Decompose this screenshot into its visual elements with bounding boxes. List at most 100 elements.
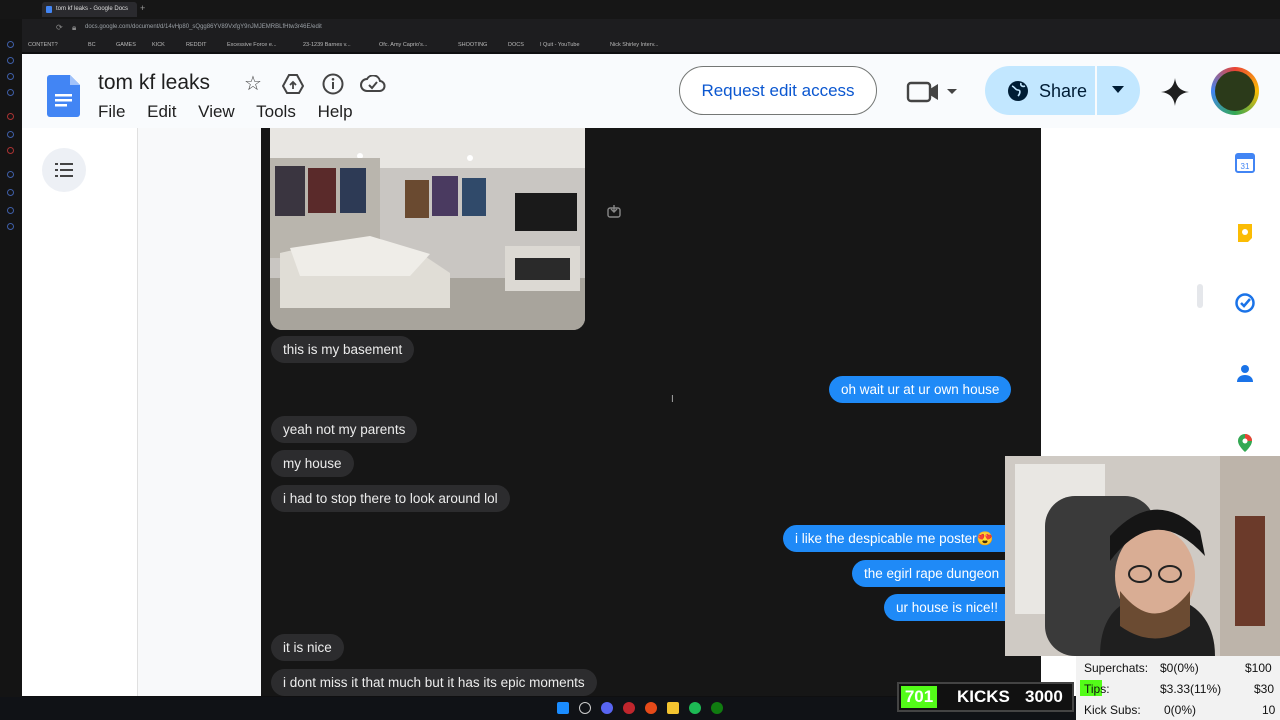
sidebar-app-icon[interactable] <box>7 207 14 214</box>
gemini-icon[interactable] <box>1160 77 1190 107</box>
sidebar-app-icon[interactable] <box>7 73 14 80</box>
outline-button[interactable] <box>42 148 86 192</box>
sidebar-app-icon[interactable] <box>7 89 14 96</box>
chevron-down-icon[interactable] <box>1112 86 1124 94</box>
meet-button[interactable] <box>905 78 965 106</box>
sidebar-app-icon[interactable] <box>7 131 14 138</box>
menu-view[interactable]: View <box>198 102 235 121</box>
new-tab-icon[interactable]: + <box>140 3 145 13</box>
bookmark[interactable]: DOCS <box>508 42 524 48</box>
twitch-icon[interactable] <box>7 113 14 120</box>
avatar-image <box>1215 71 1255 111</box>
browser-sidebar <box>0 19 22 699</box>
contacts-icon[interactable] <box>1235 363 1255 383</box>
stat-label: Kick Subs: <box>1084 703 1141 717</box>
donation-stats-widget: Superchats: $0(0%) $100 Tips: $3.33(11%)… <box>1076 656 1280 720</box>
kicks-label: KICKS <box>957 687 1010 706</box>
message-sent: oh wait ur at ur own house <box>829 376 1012 403</box>
info-icon[interactable] <box>322 73 344 95</box>
bookmark[interactable]: SHOOTING <box>458 42 487 48</box>
tab-title: tom kf leaks - Google Docs <box>56 6 129 12</box>
menu-help[interactable]: Help <box>318 102 353 121</box>
chrome-icon[interactable] <box>645 702 657 714</box>
reload-icon[interactable]: ⟳ <box>56 23 63 32</box>
share-label: Share <box>1039 81 1088 101</box>
bookmarks-bar: CONTENT? BC GAMES KICK REDDIT Excessive … <box>22 38 1280 52</box>
scrollbar-thumb[interactable] <box>1197 284 1203 308</box>
bookmark[interactable]: Excessive Force e... <box>227 42 277 48</box>
discord-icon[interactable] <box>601 702 613 714</box>
maps-icon[interactable] <box>1235 433 1255 453</box>
kicks-goal: 3000 <box>1025 687 1063 706</box>
search-icon[interactable] <box>579 702 591 714</box>
account-avatar[interactable] <box>1211 67 1259 115</box>
request-edit-access-button[interactable]: Request edit access <box>679 66 877 115</box>
spotify-icon[interactable] <box>689 702 701 714</box>
sidebar-app-icon[interactable] <box>7 223 14 230</box>
stat-label: Superchats: <box>1084 661 1149 675</box>
outline-panel <box>22 128 138 696</box>
sidebar-app-icon[interactable] <box>7 41 14 48</box>
message-received: i dont miss it that much but it has its … <box>271 669 597 696</box>
calendar-day: 31 <box>1241 162 1250 171</box>
message-received: yeah not my parents <box>271 416 418 443</box>
kicks-count: 701 <box>901 686 937 708</box>
kicks-goal-widget: 701 KICKS 3000 <box>897 682 1074 712</box>
menu-tools[interactable]: Tools <box>256 102 296 121</box>
docs-favicon-icon <box>46 6 52 13</box>
tab-bar: tom kf leaks - Google Docs + <box>0 0 1280 19</box>
message-sent: the egirl rape dungeon <box>852 560 1023 587</box>
stat-value: $3.33(11%) <box>1160 682 1222 696</box>
sidebar-app-icon[interactable] <box>7 189 14 196</box>
bookmark[interactable]: KICK <box>152 42 165 48</box>
message-sent: ur house is nice!! <box>884 594 1023 621</box>
stat-goal: $30 <box>1254 682 1275 696</box>
image-options-icon[interactable] <box>606 204 622 220</box>
star-icon[interactable]: ☆ <box>241 72 265 96</box>
message-sent: i like the despicable me poster😍 <box>783 525 1023 552</box>
keep-icon[interactable] <box>1235 223 1255 243</box>
list-icon <box>55 163 73 177</box>
message-received: it is nice <box>271 634 344 661</box>
sidebar-app-icon[interactable] <box>7 171 14 178</box>
stat-goal: $100 <box>1245 661 1272 675</box>
message-received: my house <box>271 450 354 477</box>
document-title[interactable]: tom kf leaks <box>98 71 210 95</box>
url-text[interactable]: docs.google.com/document/d/14vHp80_sQgg8… <box>85 24 322 30</box>
instagram-icon[interactable] <box>7 147 14 154</box>
tab-google-docs[interactable]: tom kf leaks - Google Docs <box>42 2 137 17</box>
cloud-status-icon[interactable] <box>360 75 386 93</box>
menu-edit[interactable]: Edit <box>147 102 176 121</box>
share-button[interactable]: Share <box>985 66 1140 115</box>
folder-icon[interactable] <box>667 702 679 714</box>
start-icon[interactable] <box>557 702 569 714</box>
stat-goal: 10 <box>1262 703 1276 717</box>
tasks-icon[interactable] <box>1235 293 1255 313</box>
bookmark[interactable]: Nick Shirley Interv... <box>610 42 659 48</box>
stat-value: $0(0%) <box>1160 661 1199 675</box>
share-divider <box>1095 66 1097 115</box>
bookmark[interactable]: Ofc. Amy Caprio's... <box>379 42 427 48</box>
bookmark[interactable]: GAMES <box>116 42 136 48</box>
sidebar-app-icon[interactable] <box>7 57 14 64</box>
message-received: i had to stop there to look around lol <box>271 485 510 512</box>
bookmark[interactable]: CONTENT? <box>28 42 58 48</box>
bookmark[interactable]: I Quit - YouTube <box>540 42 580 48</box>
basement-photo[interactable] <box>270 128 585 330</box>
calendar-icon[interactable]: 31 <box>1235 153 1255 173</box>
xbox-icon[interactable] <box>711 702 723 714</box>
stat-label: Tips: <box>1084 682 1110 696</box>
webcam-overlay <box>1005 456 1280 656</box>
lock-icon: 🔒︎ <box>72 23 77 32</box>
stat-value: 0(0%) <box>1164 703 1197 717</box>
menu-file[interactable]: File <box>98 102 125 121</box>
menu-bar: File Edit View Tools Help <box>98 102 370 122</box>
bookmark[interactable]: 23-1239 Barnes v... <box>303 42 351 48</box>
docs-logo-icon[interactable] <box>47 75 80 117</box>
browser-app-icon[interactable] <box>623 702 635 714</box>
bookmark[interactable]: BC <box>88 42 96 48</box>
globe-icon <box>1008 81 1028 101</box>
bookmark[interactable]: REDDIT <box>186 42 206 48</box>
move-to-drive-icon[interactable] <box>282 73 304 95</box>
message-received: this is my basement <box>271 336 415 363</box>
